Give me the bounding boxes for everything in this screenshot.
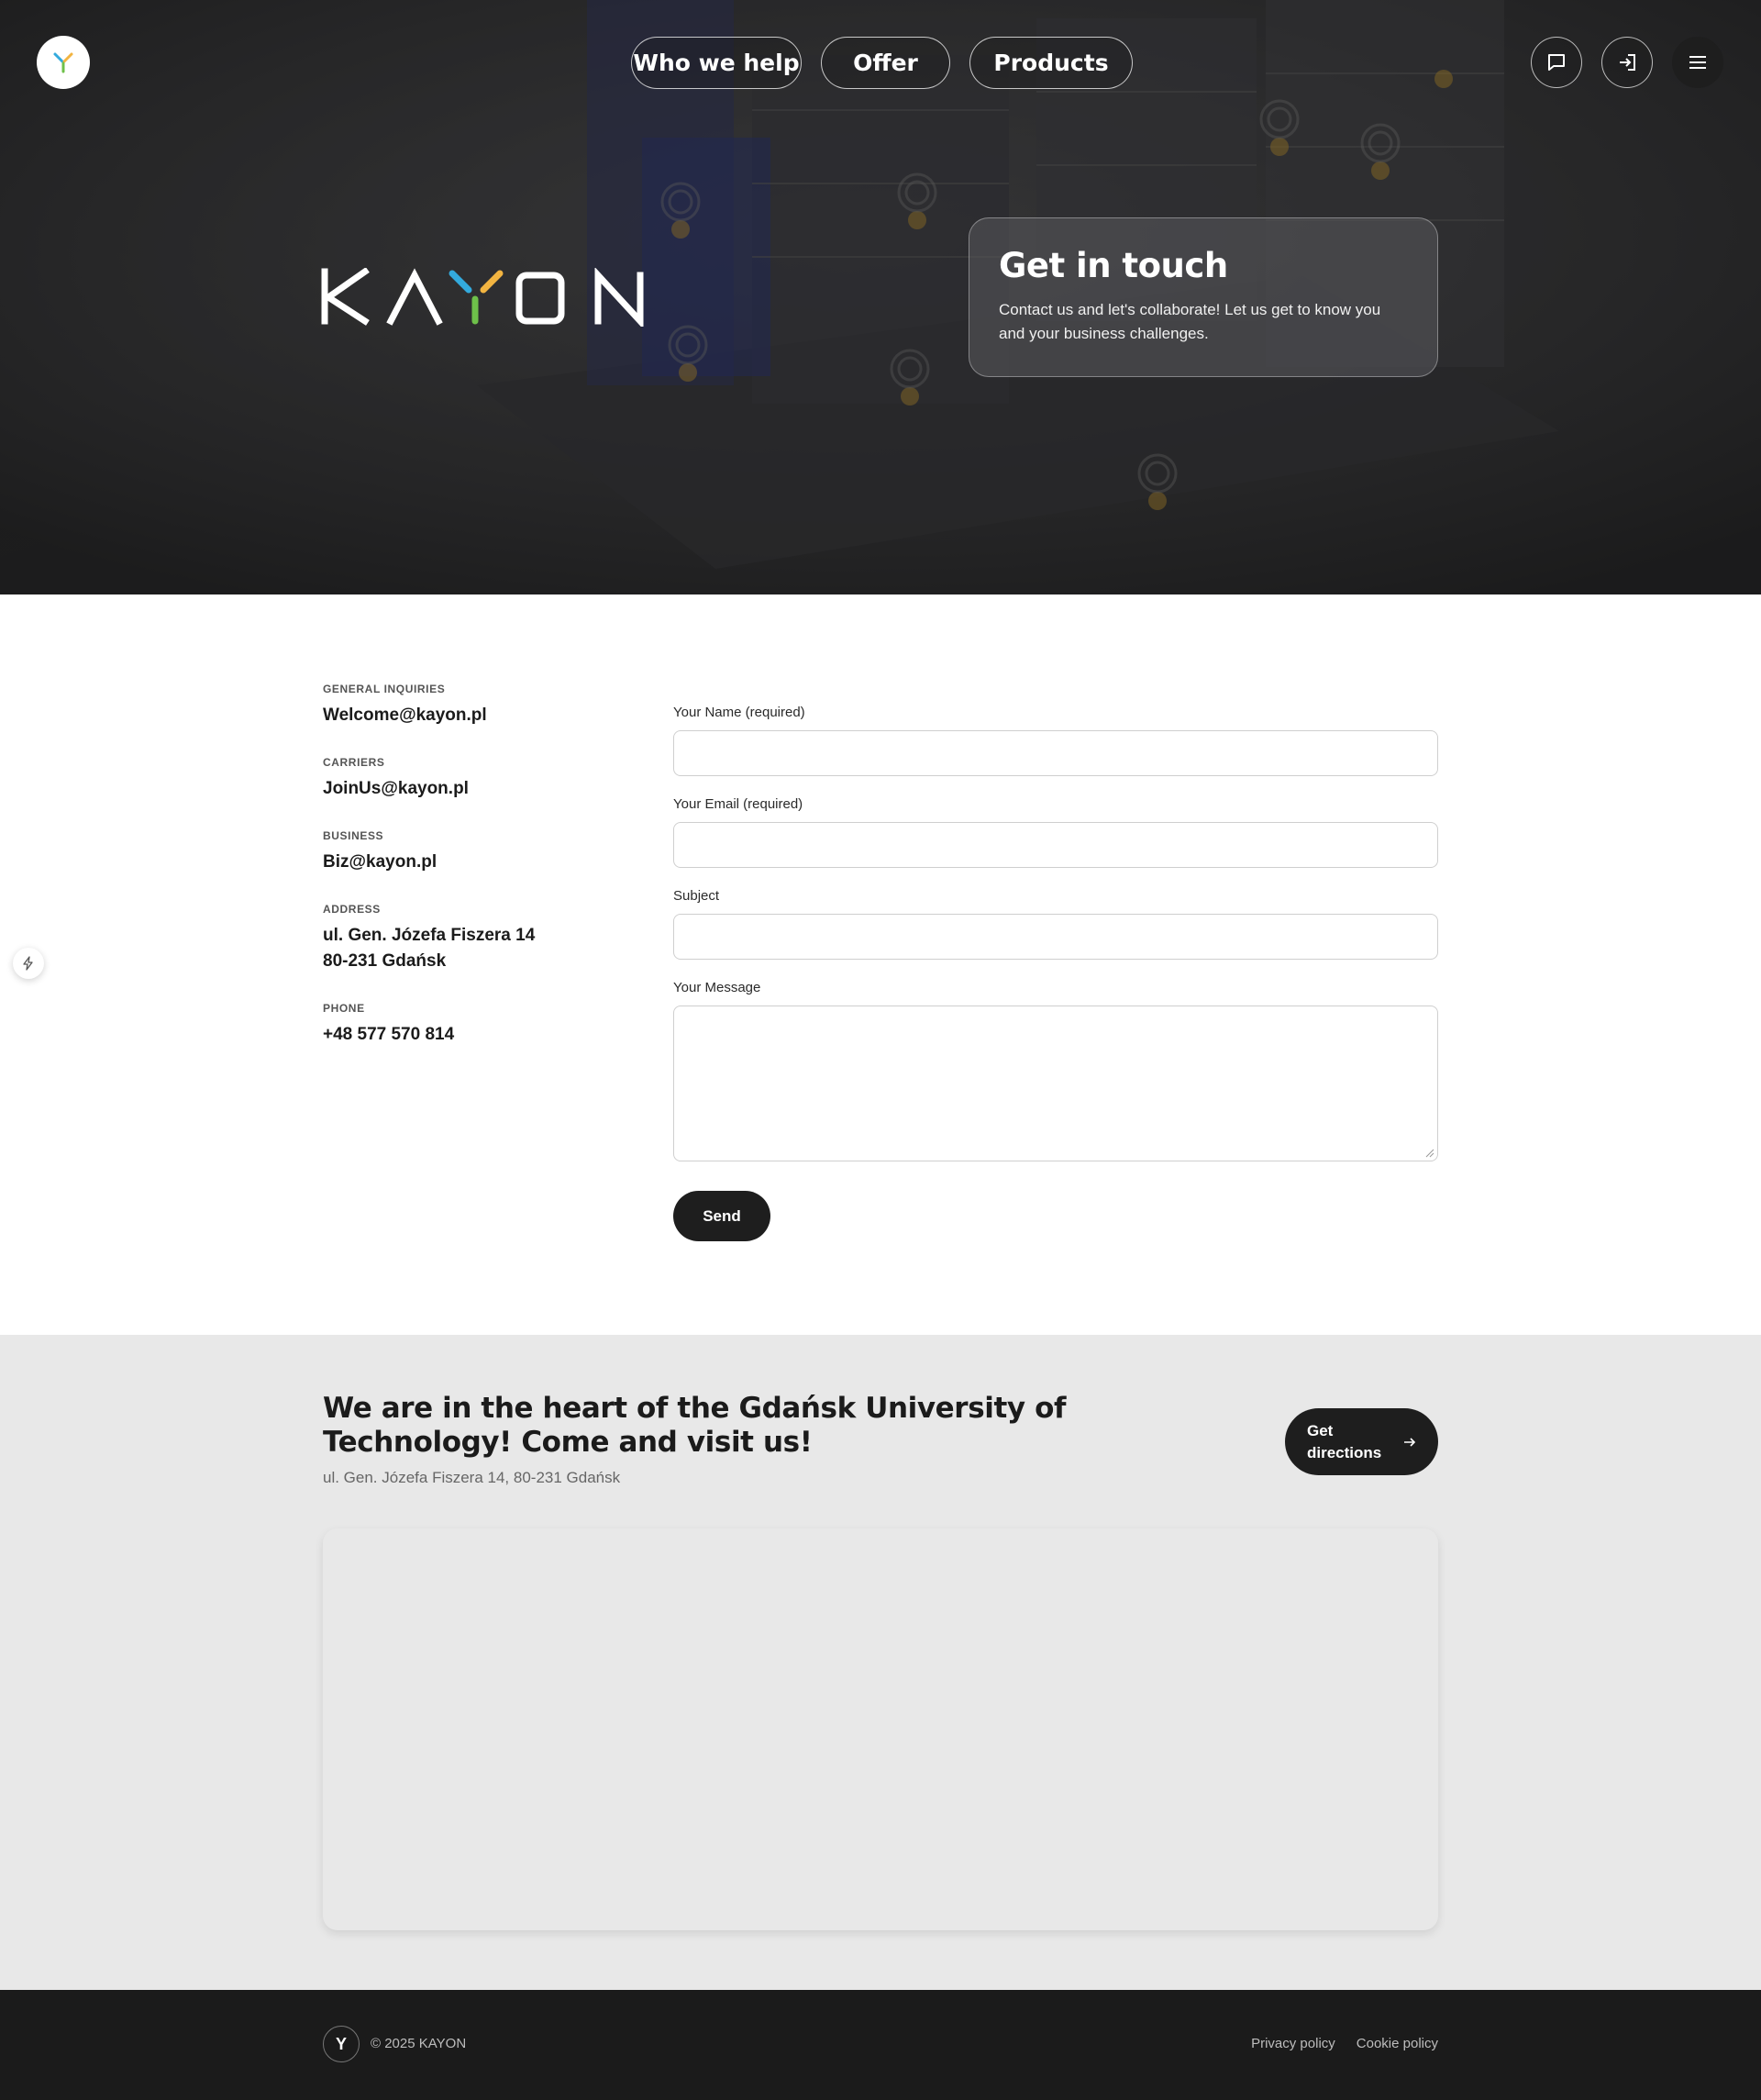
visit-section: We are in the heart of the Gdańsk Univer…	[0, 1335, 1761, 1990]
info-label: Carriers	[323, 756, 385, 769]
footer-logo[interactable]: Y	[323, 2026, 360, 2062]
visit-heading: We are in the heart of the Gdańsk Univer…	[323, 1392, 1067, 1459]
kayon-logo	[321, 267, 644, 329]
email-input[interactable]	[673, 822, 1438, 868]
nav-products[interactable]: Products	[969, 37, 1133, 89]
menu-button[interactable]	[1672, 37, 1723, 88]
info-label: General inquiries	[323, 683, 446, 695]
subject-input[interactable]	[673, 914, 1438, 960]
page-title: Get in touch	[999, 246, 1228, 285]
send-button[interactable]: Send	[673, 1191, 770, 1241]
phone-link[interactable]: +48 577 570 814	[323, 1022, 616, 1048]
nav-offer[interactable]: Offer	[821, 37, 950, 89]
get-directions-button[interactable]: Get directions	[1285, 1408, 1438, 1475]
message-textarea[interactable]	[673, 1006, 1438, 1161]
logo-y-icon	[53, 52, 73, 73]
nav-actions	[1531, 37, 1723, 88]
info-carriers: Carriers JoinUs@kayon.pl	[323, 756, 616, 802]
chat-button[interactable]	[1531, 37, 1582, 88]
info-label: Phone	[323, 1002, 365, 1015]
copyright-text: © 2025 KAYON	[371, 2036, 467, 2051]
floating-widget-button[interactable]	[13, 948, 44, 979]
info-label: Address	[323, 903, 381, 916]
contact-info: General inquiries Welcome@kayon.pl Carri…	[323, 683, 616, 1075]
message-label: Your Message	[673, 980, 761, 995]
privacy-policy-link[interactable]: Privacy policy	[1251, 2036, 1335, 2051]
name-input[interactable]	[673, 730, 1438, 776]
info-address: Address ul. Gen. Józefa Fiszera 14 80-23…	[323, 903, 616, 974]
business-email-link[interactable]: Biz@kayon.pl	[323, 850, 616, 875]
hero-background-image	[0, 0, 1761, 594]
general-email-link[interactable]: Welcome@kayon.pl	[323, 703, 616, 728]
get-in-touch-card: Get in touch Contact us and let's collab…	[969, 217, 1438, 377]
login-button[interactable]	[1601, 37, 1653, 88]
visit-address: ul. Gen. Józefa Fiszera 14, 80-231 Gdańs…	[323, 1469, 621, 1486]
info-general: General inquiries Welcome@kayon.pl	[323, 683, 616, 728]
card-description: Contact us and let's collaborate! Let us…	[999, 301, 1381, 342]
footer-links: Privacy policy Cookie policy	[1251, 2036, 1438, 2051]
contact-section: General inquiries Welcome@kayon.pl Carri…	[0, 594, 1761, 1335]
address-line-1: ul. Gen. Józefa Fiszera 14	[323, 926, 536, 945]
name-label: Your Name (required)	[673, 705, 805, 720]
kayon-wordmark	[321, 267, 651, 331]
address-line-2: 80-231 Gdańsk	[323, 951, 447, 971]
cookie-policy-link[interactable]: Cookie policy	[1357, 2036, 1438, 2051]
resize-handle-icon[interactable]	[1425, 1149, 1434, 1158]
main-nav: Who we help Offer Products	[631, 37, 1133, 89]
email-label: Your Email (required)	[673, 796, 803, 812]
get-directions-label: Get directions	[1307, 1421, 1382, 1461]
arrow-right-icon	[1404, 1437, 1416, 1447]
lightning-icon	[23, 956, 33, 971]
chat-icon	[1548, 54, 1565, 71]
map-embed[interactable]	[323, 1528, 1438, 1930]
info-label: Business	[323, 829, 384, 842]
login-icon	[1620, 54, 1635, 71]
hero-section: Who we help Offer Products Get in touch …	[0, 0, 1761, 594]
contact-form: Your Name (required) Your Email (require…	[673, 705, 1438, 1241]
hamburger-icon	[1689, 56, 1706, 69]
subject-label: Subject	[673, 888, 720, 904]
nav-who-we-help[interactable]: Who we help	[631, 37, 802, 89]
carriers-email-link[interactable]: JoinUs@kayon.pl	[323, 776, 616, 802]
info-business: Business Biz@kayon.pl	[323, 829, 616, 875]
footer: Y © 2025 KAYON Privacy policy Cookie pol…	[0, 1990, 1761, 2100]
nav-logo[interactable]	[37, 36, 90, 89]
info-phone: Phone +48 577 570 814	[323, 1002, 616, 1048]
